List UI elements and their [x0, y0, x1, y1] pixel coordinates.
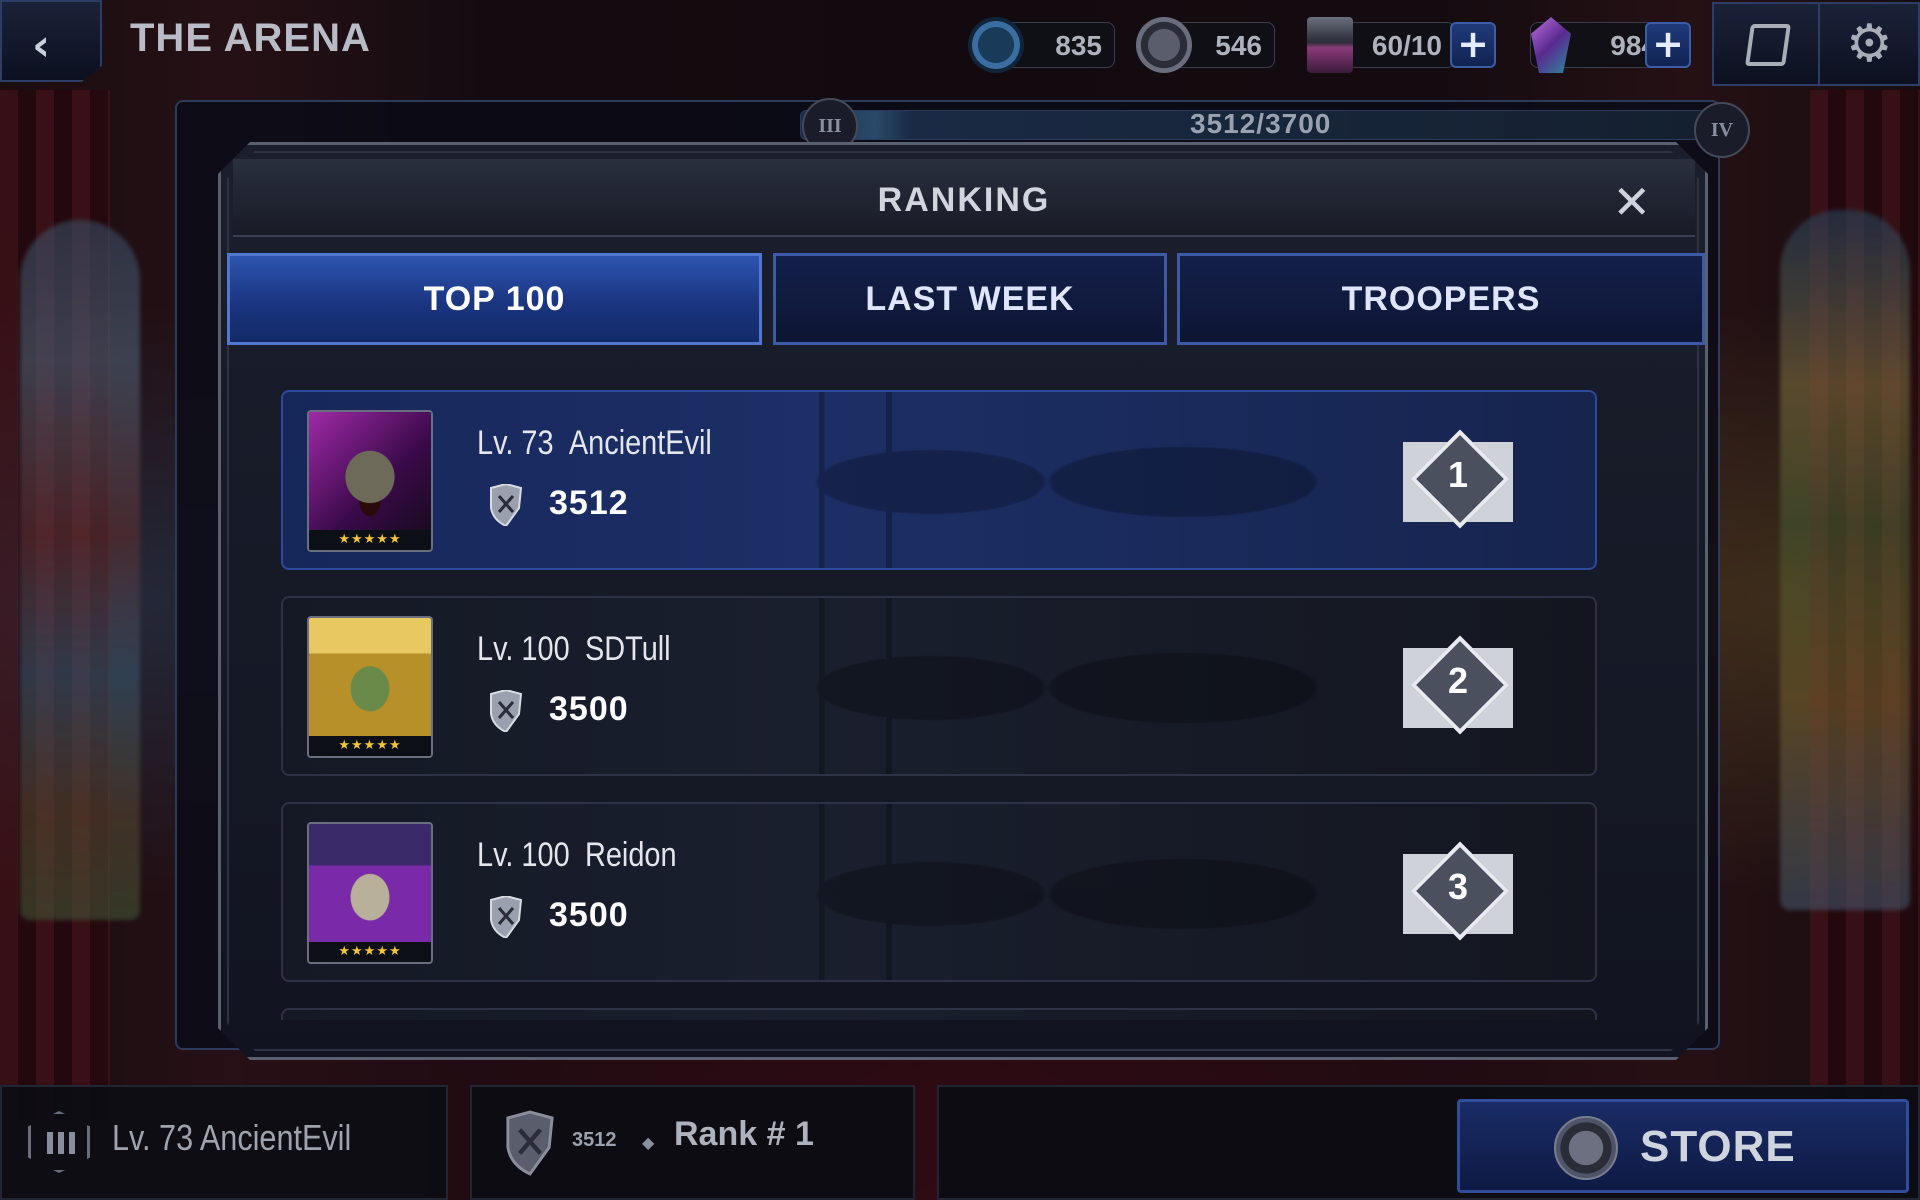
- arena-token-icon: [968, 17, 1024, 73]
- ranking-tabs: TOP 100 LAST WEEK TROOPERS: [227, 253, 1705, 345]
- rank-number: 2: [1447, 660, 1469, 701]
- close-button[interactable]: ✕: [1612, 179, 1651, 225]
- stamina-value: 60/10: [1371, 30, 1442, 61]
- chevron-left-icon: ‹: [32, 20, 51, 71]
- gear-icon: ⚙: [1846, 14, 1893, 74]
- player-name: Lv. 100 SDTull: [477, 630, 671, 669]
- tab-top-100[interactable]: TOP 100: [227, 253, 762, 345]
- add-crystal-button[interactable]: +: [1645, 22, 1691, 68]
- gold-priest-portrait: [309, 618, 431, 736]
- trooper-coin-value: 546: [1215, 30, 1262, 61]
- league-progress-text: 3512/3700: [1190, 108, 1332, 139]
- player-name: Lv. 73 AncientEvil: [477, 424, 712, 463]
- star-rating: ★★★★★: [309, 530, 431, 550]
- player-rank-panel: 3512 ◆ Rank # 1: [470, 1085, 915, 1200]
- ranking-row-3[interactable]: ★★★★★ Lv. 100 Reidon 3500 3: [281, 802, 1597, 982]
- trooper-coin-icon: [1136, 17, 1192, 73]
- player-score: 3512: [549, 484, 629, 522]
- stamina-counter: 60/10: [1307, 17, 1455, 73]
- star-rating: ★★★★★: [309, 736, 431, 756]
- player-level: Lv. 100: [477, 836, 570, 874]
- shield-icon: [506, 1110, 554, 1176]
- store-label: STORE: [1640, 1122, 1796, 1171]
- shield-icon: [487, 690, 525, 732]
- arena-token-value: 835: [1055, 30, 1102, 61]
- player-level: Lv. 100: [477, 630, 570, 668]
- ranking-row-2[interactable]: ★★★★★ Lv. 100 SDTull 3500 2: [281, 596, 1597, 776]
- trooper-coin-icon: [1554, 1116, 1618, 1180]
- trooper-coin-counter: 546: [1136, 17, 1275, 73]
- player-score-small: 3512: [572, 1129, 617, 1151]
- row-watermark: [763, 596, 1323, 776]
- league-badge-next: IV: [1694, 102, 1750, 158]
- settings-button[interactable]: ⚙: [1818, 2, 1920, 86]
- store-panel: STORE: [937, 1085, 1920, 1200]
- separator-diamond: ◆: [642, 1133, 655, 1152]
- player-nickname: SDTull: [584, 630, 671, 668]
- star-rating: ★★★★★: [309, 942, 431, 962]
- shield-icon: [487, 896, 525, 938]
- bottom-bar: Lv. 73 AncientEvil 3512 ◆ Rank # 1 STORE: [0, 1085, 1920, 1200]
- scroll-icon: [1745, 24, 1791, 66]
- ranking-list[interactable]: ★★★★★ Lv. 73 AncientEvil 3512 1 ★★★★★ Lv.…: [281, 390, 1597, 1020]
- avatar: ★★★★★: [307, 410, 433, 552]
- rank-number: 1: [1447, 454, 1469, 495]
- tab-last-week[interactable]: LAST WEEK: [773, 253, 1167, 345]
- player-nickname: AncientEvil: [568, 424, 712, 462]
- player-name: Lv. 100 Reidon: [477, 836, 677, 875]
- player-score: 3500: [549, 690, 629, 728]
- back-button[interactable]: ‹: [0, 0, 102, 82]
- horned-demon-portrait: [309, 412, 431, 530]
- arena-token-counter: 835: [968, 17, 1115, 73]
- hourglass-icon: [1307, 17, 1353, 73]
- top-bar: ‹ THE ARENA 835 546 60/10 + 984 + ⚙: [0, 0, 1920, 86]
- player-summary: Lv. 73 AncientEvil: [112, 1117, 352, 1158]
- row-watermark: [763, 802, 1323, 982]
- avatar: ★★★★★: [307, 822, 433, 964]
- player-level: Lv. 73: [477, 424, 554, 462]
- crystal-icon: [1531, 17, 1571, 73]
- modal-header: RANKING ✕: [233, 159, 1695, 237]
- add-stamina-button[interactable]: +: [1450, 22, 1496, 68]
- top-hat-skull-portrait: [309, 824, 431, 942]
- stats-icon: [28, 1111, 90, 1173]
- page-title: THE ARENA: [130, 16, 371, 60]
- rank-number: 3: [1447, 866, 1469, 907]
- row-watermark: [763, 390, 1323, 570]
- player-rank: Rank # 1: [674, 1115, 814, 1153]
- avatar: ★★★★★: [307, 616, 433, 758]
- store-button[interactable]: STORE: [1457, 1099, 1909, 1193]
- shield-icon: [487, 484, 525, 526]
- tab-troopers[interactable]: TROOPERS: [1177, 253, 1705, 345]
- ranking-row-1[interactable]: ★★★★★ Lv. 73 AncientEvil 3512 1: [281, 390, 1597, 570]
- player-info-panel: Lv. 73 AncientEvil: [0, 1085, 448, 1200]
- scroll-log-button[interactable]: [1712, 2, 1822, 86]
- ranking-row-4-partial[interactable]: [281, 1008, 1597, 1020]
- player-nickname: Reidon: [584, 836, 677, 874]
- modal-title: RANKING: [877, 181, 1051, 219]
- player-score: 3500: [549, 896, 629, 934]
- ranking-modal: RANKING ✕ TOP 100 LAST WEEK TROOPERS ★★★…: [218, 142, 1708, 1060]
